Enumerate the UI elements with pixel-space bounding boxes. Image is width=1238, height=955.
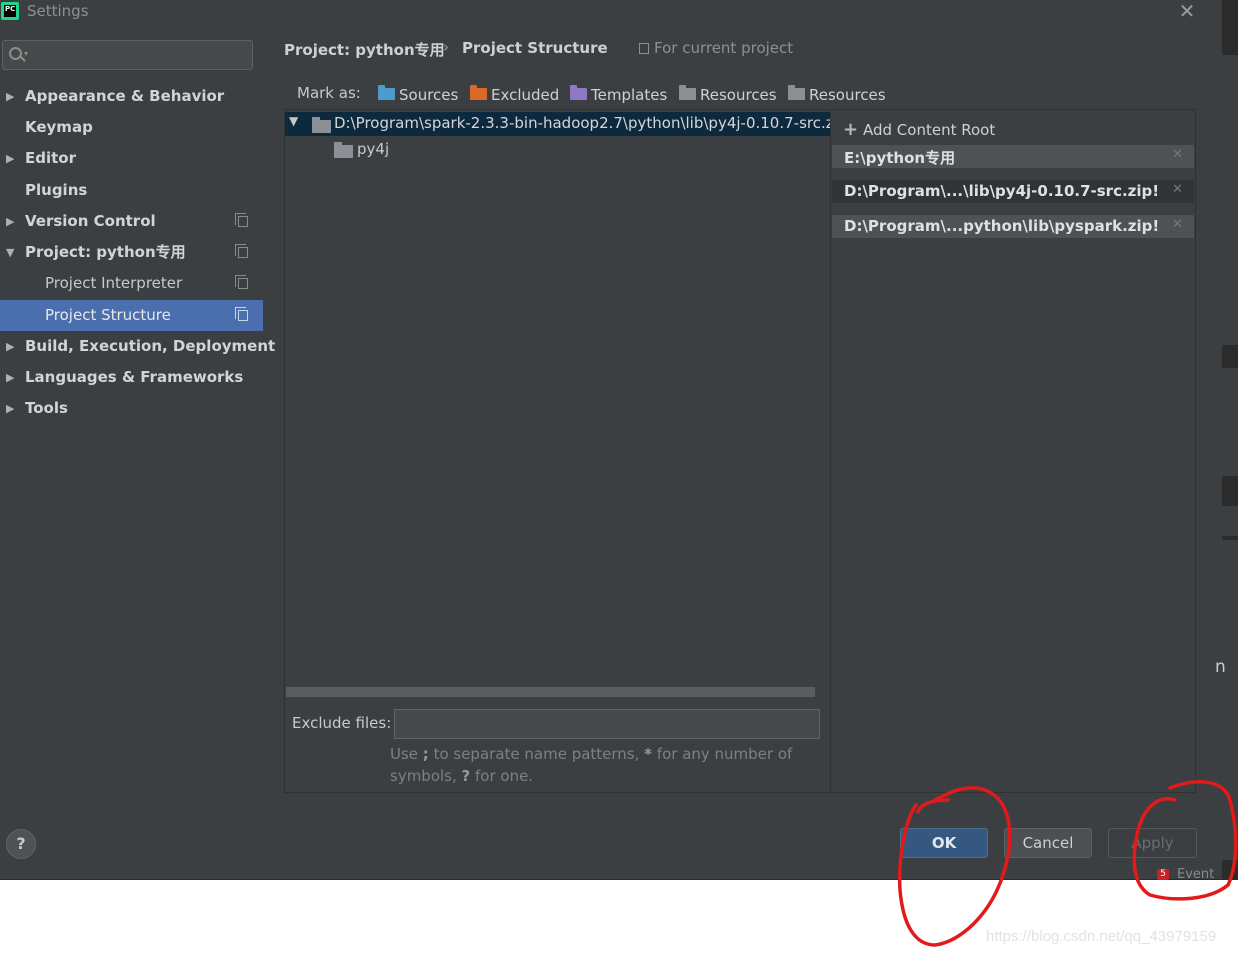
add-content-root-button[interactable]: + Add Content Root bbox=[843, 119, 995, 140]
content-root-item[interactable]: D:\Program\...\lib\py4j-0.10.7-src.zip! … bbox=[832, 180, 1194, 203]
sidebar-item-languages[interactable]: ▶ Languages & Frameworks bbox=[0, 362, 263, 393]
expand-arrow-icon: ▶ bbox=[6, 90, 15, 103]
panel-divider bbox=[830, 110, 831, 792]
background-ide-strip bbox=[1222, 0, 1238, 880]
excluded-folder-icon bbox=[470, 85, 487, 100]
expand-arrow-icon: ▶ bbox=[6, 340, 15, 353]
sidebar-item-keymap[interactable]: Keymap bbox=[0, 112, 263, 143]
mark-excluded-button[interactable]: Excluded bbox=[470, 85, 559, 106]
sidebar-item-plugins[interactable]: Plugins bbox=[0, 175, 263, 206]
exclude-files-hint: Use ; to separate name patterns, * for a… bbox=[390, 745, 793, 785]
cancel-button[interactable]: Cancel bbox=[1004, 828, 1092, 858]
event-count-badge: 5 bbox=[1157, 869, 1169, 880]
settings-sidebar: ▾ ▶ Appearance & Behavior Keymap ▶ Edito… bbox=[0, 26, 275, 813]
exclude-files-label: Exclude files: bbox=[292, 714, 392, 732]
sidebar-item-appearance[interactable]: ▶ Appearance & Behavior bbox=[0, 81, 263, 112]
project-scope-icon bbox=[235, 213, 248, 227]
sidebar-item-project[interactable]: ▼ Project: python专用 bbox=[0, 237, 263, 268]
tree-root-node[interactable]: ▼ D:\Program\spark-2.3.3-bin-hadoop2.7\p… bbox=[285, 112, 830, 136]
folder-icon bbox=[312, 117, 331, 133]
mark-templates-button[interactable]: Templates bbox=[570, 85, 667, 106]
test-resources-folder-icon bbox=[788, 85, 805, 100]
remove-icon[interactable]: ✕ bbox=[1172, 147, 1183, 162]
close-icon[interactable]: ✕ bbox=[1178, 1, 1196, 21]
page-title: Project Structure bbox=[462, 39, 608, 57]
breadcrumb-project: Project: python专用 bbox=[284, 41, 445, 59]
search-input[interactable]: ▾ bbox=[2, 40, 253, 70]
horizontal-scrollbar[interactable] bbox=[286, 687, 815, 697]
sidebar-item-build[interactable]: ▶ Build, Execution, Deployment bbox=[0, 331, 275, 362]
project-scope-icon bbox=[235, 275, 248, 289]
folder-icon bbox=[334, 142, 353, 158]
remove-icon[interactable]: ✕ bbox=[1172, 182, 1183, 197]
ok-button[interactable]: OK bbox=[900, 828, 988, 858]
mark-sources-button[interactable]: Sources bbox=[378, 85, 458, 106]
expand-arrow-icon: ▶ bbox=[6, 152, 15, 165]
project-scope-icon bbox=[639, 43, 649, 54]
mark-resources-button[interactable]: Resources bbox=[679, 85, 777, 106]
content-root-item[interactable]: D:\Program\...python\lib\pyspark.zip! ✕ bbox=[832, 215, 1194, 238]
expand-arrow-icon: ▶ bbox=[6, 371, 15, 384]
apply-button[interactable]: Apply bbox=[1108, 828, 1197, 858]
breadcrumb-separator: › bbox=[443, 38, 449, 56]
sidebar-item-project-interpreter[interactable]: Project Interpreter bbox=[0, 268, 263, 299]
expand-arrow-icon: ▶ bbox=[6, 215, 15, 228]
templates-folder-icon bbox=[570, 85, 587, 100]
project-scope-icon bbox=[235, 244, 248, 258]
collapse-arrow-icon: ▼ bbox=[289, 114, 299, 128]
dialog-bottom-edge bbox=[0, 870, 1222, 880]
search-icon bbox=[9, 47, 22, 60]
sidebar-item-editor[interactable]: ▶ Editor bbox=[0, 143, 263, 174]
expand-arrow-icon: ▶ bbox=[6, 402, 15, 415]
sidebar-item-project-structure[interactable]: Project Structure bbox=[0, 300, 263, 331]
exclude-files-input[interactable] bbox=[394, 709, 820, 739]
watermark: https://blog.csdn.net/qq_43979159 bbox=[986, 928, 1217, 945]
tree-node-py4j[interactable]: py4j bbox=[333, 138, 433, 162]
sidebar-item-tools[interactable]: ▶ Tools bbox=[0, 393, 263, 424]
sidebar-item-version-control[interactable]: ▶ Version Control bbox=[0, 206, 263, 237]
collapse-arrow-icon: ▼ bbox=[6, 246, 15, 259]
scope-note: For current project bbox=[639, 39, 793, 57]
pycharm-icon: PC bbox=[1, 2, 19, 20]
title-bar: PC Settings ✕ bbox=[0, 0, 1222, 26]
sources-folder-icon bbox=[378, 85, 395, 100]
help-button[interactable]: ? bbox=[6, 829, 36, 859]
window-title: Settings bbox=[27, 2, 89, 20]
mark-test-resources-button[interactable]: Resources bbox=[788, 85, 886, 106]
chevron-down-icon: ▾ bbox=[24, 49, 29, 58]
plus-icon: + bbox=[843, 119, 859, 140]
project-scope-icon bbox=[235, 307, 248, 321]
content-root-item[interactable]: E:\python专用 ✕ bbox=[832, 145, 1194, 168]
mark-as-label: Mark as: bbox=[297, 84, 361, 102]
background-glyph: n bbox=[1215, 657, 1226, 677]
remove-icon[interactable]: ✕ bbox=[1172, 217, 1183, 232]
event-log-link[interactable]: Event Log bbox=[1177, 867, 1219, 882]
resources-folder-icon bbox=[679, 85, 696, 100]
